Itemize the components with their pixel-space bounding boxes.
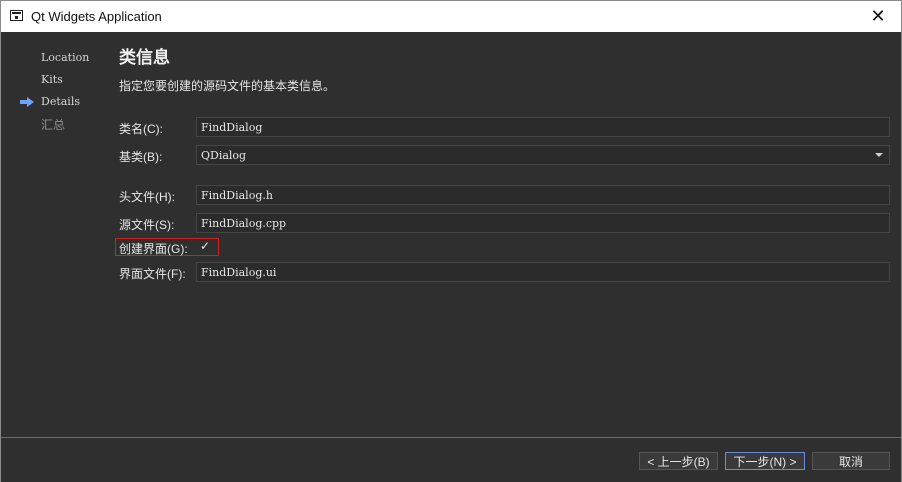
source-file-input[interactable]: FindDialog.cpp bbox=[196, 213, 890, 233]
class-name-label: 类名(C): bbox=[119, 122, 163, 136]
create-ui-highlight: 创建界面(G): ✓ bbox=[115, 238, 219, 256]
app-window-icon bbox=[10, 10, 23, 21]
page-subtitle: 指定您要创建的源码文件的基本类信息。 bbox=[119, 79, 336, 93]
step-details: Details bbox=[41, 95, 80, 108]
title-bar: Qt Widgets Application ✕ bbox=[1, 1, 901, 32]
next-button[interactable]: 下一步(N) > bbox=[725, 452, 805, 470]
class-name-input[interactable]: FindDialog bbox=[196, 117, 890, 137]
page-title: 类信息 bbox=[119, 48, 170, 67]
step-location: Location bbox=[41, 51, 90, 64]
close-button[interactable]: ✕ bbox=[855, 1, 901, 32]
wizard-content: Location Kits Details 汇总 类信息 指定您要创建的源码文件… bbox=[1, 32, 901, 482]
ui-file-label: 界面文件(F): bbox=[119, 267, 186, 281]
chevron-down-icon bbox=[875, 153, 883, 157]
base-class-combobox[interactable]: QDialog bbox=[196, 145, 890, 165]
window-title: Qt Widgets Application bbox=[31, 9, 162, 24]
cancel-button[interactable]: 取消 bbox=[812, 452, 890, 470]
wizard-window: Qt Widgets Application ✕ Location Kits D… bbox=[0, 0, 902, 482]
ui-file-input[interactable]: FindDialog.ui bbox=[196, 262, 890, 282]
step-kits: Kits bbox=[41, 73, 63, 86]
create-ui-label: 创建界面(G): bbox=[119, 242, 188, 256]
footer-divider bbox=[1, 437, 901, 438]
create-ui-checkbox[interactable]: ✓ bbox=[200, 239, 210, 253]
wizard-steps-sidebar: Location Kits Details 汇总 bbox=[1, 32, 111, 432]
back-button[interactable]: < 上一步(B) bbox=[639, 452, 718, 470]
close-icon: ✕ bbox=[870, 6, 886, 26]
header-file-label: 头文件(H): bbox=[119, 190, 175, 204]
base-class-value: QDialog bbox=[201, 149, 247, 162]
step-summary: 汇总 bbox=[41, 118, 66, 132]
header-file-input[interactable]: FindDialog.h bbox=[196, 185, 890, 205]
base-class-label: 基类(B): bbox=[119, 150, 163, 164]
source-file-label: 源文件(S): bbox=[119, 218, 175, 232]
current-step-arrow-icon bbox=[20, 97, 34, 107]
